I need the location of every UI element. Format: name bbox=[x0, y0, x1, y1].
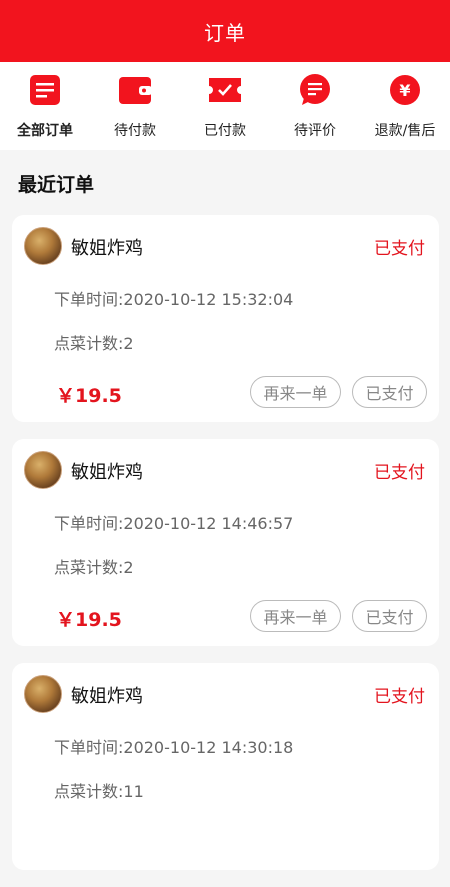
list-icon bbox=[27, 72, 63, 108]
yen-icon: ¥ bbox=[387, 72, 423, 108]
order-time: 下单时间:2020-10-12 15:32:04 bbox=[54, 290, 294, 309]
section-title: 最近订单 bbox=[18, 174, 95, 196]
order-list: 敏姐炸鸡 已支付 下单时间:2020-10-12 15:32:04 点菜计数:2… bbox=[12, 215, 439, 887]
shop-name: 敏姐炸鸡 bbox=[71, 238, 143, 259]
page-title: 订单 bbox=[204, 20, 246, 45]
tab-all-orders[interactable]: 全部订单 bbox=[0, 72, 90, 140]
shop-name: 敏姐炸鸡 bbox=[71, 462, 143, 483]
order-price: ￥19.5 bbox=[56, 609, 122, 631]
wallet-icon bbox=[117, 72, 153, 108]
app-header: 订单 bbox=[0, 0, 450, 62]
paid-button[interactable]: 已支付 bbox=[352, 600, 427, 632]
tab-paid[interactable]: 已付款 bbox=[180, 72, 270, 140]
tab-label: 待评价 bbox=[294, 123, 336, 139]
order-status: 已支付 bbox=[374, 463, 425, 483]
item-count: 点菜计数:2 bbox=[54, 558, 134, 577]
item-count: 点菜计数:11 bbox=[54, 782, 144, 801]
order-status: 已支付 bbox=[374, 239, 425, 259]
order-status: 已支付 bbox=[374, 687, 425, 707]
reorder-button[interactable]: 再来一单 bbox=[250, 376, 341, 408]
order-price: ￥19.5 bbox=[56, 385, 122, 407]
shop-avatar bbox=[24, 227, 62, 265]
order-time: 下单时间:2020-10-12 14:30:18 bbox=[54, 738, 294, 757]
tab-refund[interactable]: ¥ 退款/售后 bbox=[360, 72, 450, 140]
order-card[interactable]: 敏姐炸鸡 已支付 下单时间:2020-10-12 14:30:18 点菜计数:1… bbox=[12, 663, 439, 870]
tab-label: 已付款 bbox=[204, 123, 246, 139]
shop-avatar bbox=[24, 451, 62, 489]
tab-pending-payment[interactable]: 待付款 bbox=[90, 72, 180, 140]
order-card[interactable]: 敏姐炸鸡 已支付 下单时间:2020-10-12 14:46:57 点菜计数:2… bbox=[12, 439, 439, 646]
item-count: 点菜计数:2 bbox=[54, 334, 134, 353]
shop-avatar bbox=[24, 675, 62, 713]
shop-name: 敏姐炸鸡 bbox=[71, 686, 143, 707]
order-time: 下单时间:2020-10-12 14:46:57 bbox=[54, 514, 294, 533]
tab-label: 全部订单 bbox=[17, 123, 73, 139]
tab-pending-review[interactable]: 待评价 bbox=[270, 72, 360, 140]
tab-label: 退款/售后 bbox=[374, 123, 436, 139]
order-tabs: 全部订单 待付款 已付款 待评价 ¥ 退款/售后 bbox=[0, 62, 450, 150]
ticket-check-icon bbox=[207, 72, 243, 108]
svg-text:¥: ¥ bbox=[399, 81, 410, 100]
order-card[interactable]: 敏姐炸鸡 已支付 下单时间:2020-10-12 15:32:04 点菜计数:2… bbox=[12, 215, 439, 422]
tab-label: 待付款 bbox=[114, 123, 156, 139]
chat-icon bbox=[297, 72, 333, 108]
paid-button[interactable]: 已支付 bbox=[352, 376, 427, 408]
reorder-button[interactable]: 再来一单 bbox=[250, 600, 341, 632]
